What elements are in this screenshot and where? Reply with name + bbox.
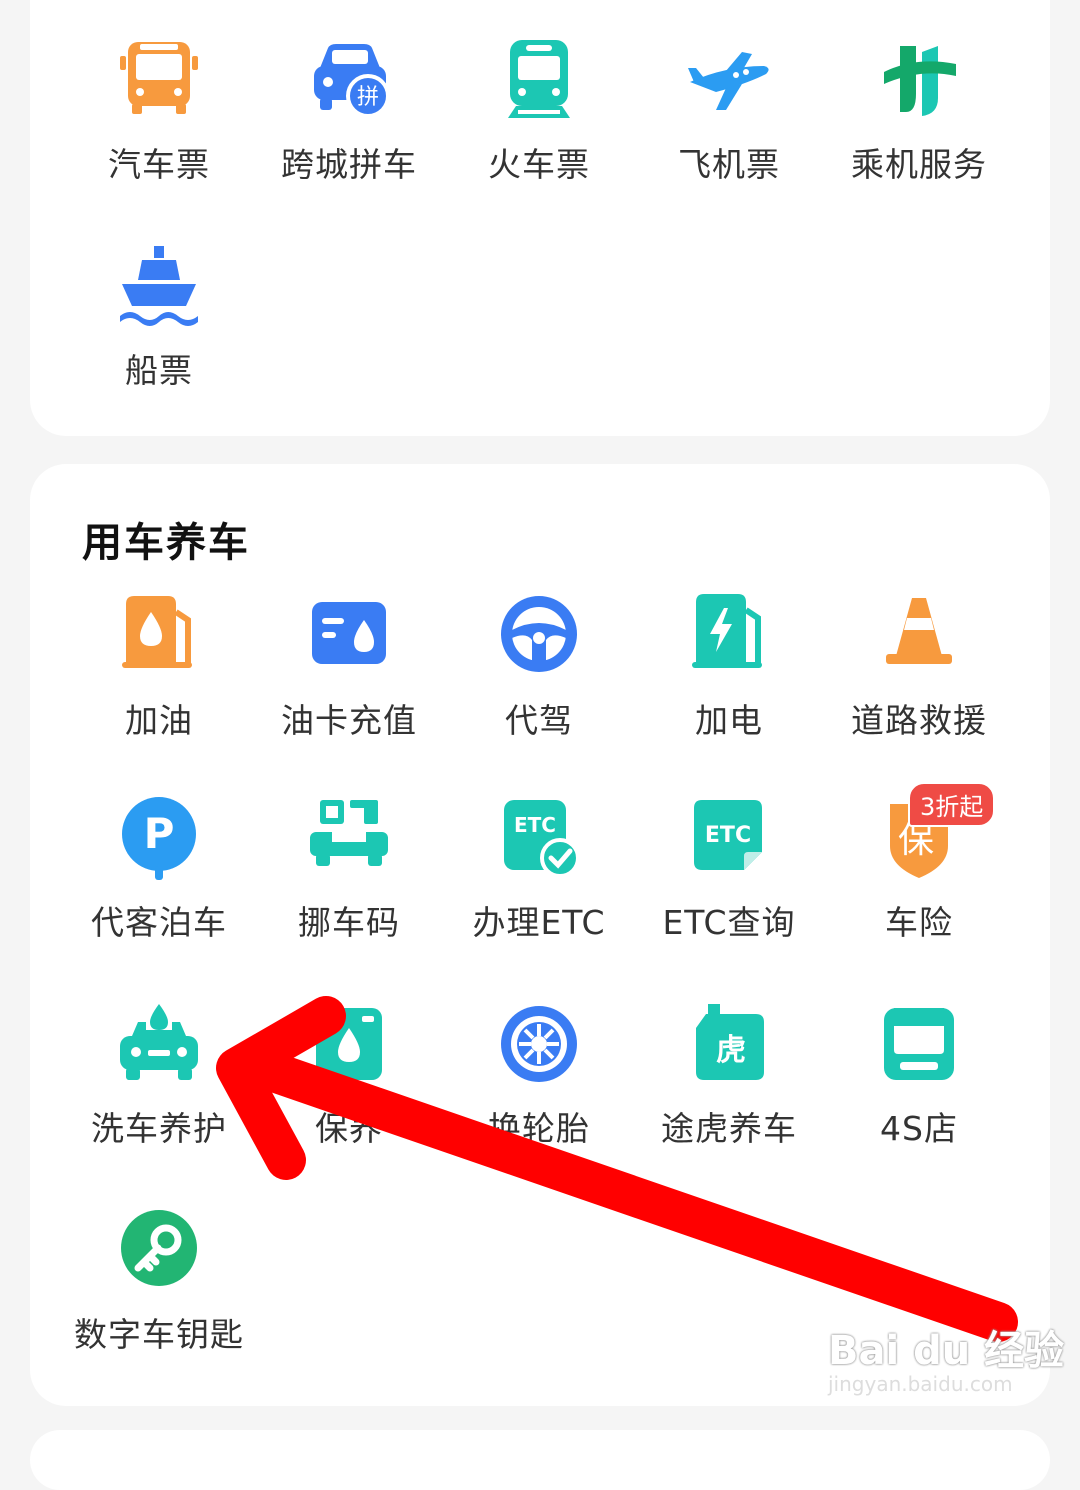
valet-parking-item[interactable]: P 代客泊车 — [64, 796, 254, 966]
steering-wheel-icon — [496, 594, 582, 680]
fuel-card-item[interactable]: 油卡充值 — [254, 594, 444, 764]
item-label: 代客泊车 — [91, 903, 227, 942]
flight-service-icon — [876, 38, 962, 124]
tire-icon — [496, 1002, 582, 1088]
item-label: 飞机票 — [678, 145, 780, 184]
flight-service-item[interactable]: 乘机服务 — [824, 38, 1014, 208]
traffic-cone-icon — [876, 594, 962, 680]
baidu-watermark: Bai du 经验 jingyan.baidu.com — [828, 1318, 1064, 1396]
etc-query-icon: ETC — [686, 796, 772, 882]
tuhu-icon-text: 虎 — [716, 1033, 746, 1068]
item-label: 挪车码 — [298, 903, 400, 942]
watermark-url: jingyan.baidu.com — [828, 1372, 1013, 1396]
fuel-item[interactable]: 加油 — [64, 594, 254, 764]
item-label: 保养 — [315, 1109, 383, 1148]
item-label: 办理ETC — [472, 903, 606, 942]
airplane-icon — [686, 38, 772, 124]
road-rescue-item[interactable]: 道路救援 — [824, 594, 1014, 764]
fuel-card-icon — [306, 594, 392, 680]
item-label: 换轮胎 — [488, 1109, 590, 1148]
4s-shop-item[interactable]: 4S店 — [824, 1002, 1014, 1172]
parking-icon: P — [116, 796, 202, 882]
train-ticket-item[interactable]: 火车票 — [444, 38, 634, 208]
item-label: 加油 — [125, 701, 193, 740]
item-label: 道路救援 — [851, 701, 987, 740]
item-label: 代驾 — [505, 701, 573, 740]
maintenance-item[interactable]: 保养 — [254, 1002, 444, 1172]
item-label: 4S店 — [880, 1109, 958, 1148]
car-section-title: 用车养车 — [82, 520, 250, 566]
charging-item[interactable]: 加电 — [634, 594, 824, 764]
shop-icon — [876, 1002, 962, 1088]
etc-apply-icon-text: ETC — [514, 813, 556, 837]
tuhu-icon: 虎 — [686, 1002, 772, 1088]
item-label: 乘机服务 — [851, 145, 987, 184]
carpool-icon: 拼 — [306, 38, 392, 124]
fuel-icon — [116, 594, 202, 680]
carpool-item[interactable]: 拼 跨城拼车 — [254, 38, 444, 208]
carpool-icon-text: 拼 — [357, 85, 379, 110]
discount-badge: 3折起 — [908, 782, 996, 827]
etc-apply-item[interactable]: ETC 办理ETC — [444, 796, 634, 966]
item-label: 加电 — [695, 701, 763, 740]
etc-query-item[interactable]: ETC ETC查询 — [634, 796, 824, 966]
tuhu-item[interactable]: 虎 途虎养车 — [634, 1002, 824, 1172]
watermark-logo: Bai du 经验 — [828, 1328, 1065, 1374]
item-label: 车险 — [885, 903, 953, 942]
digital-key-icon — [116, 1208, 202, 1294]
digital-car-key-item[interactable]: 数字车钥匙 — [64, 1208, 254, 1378]
item-label: 油卡充值 — [281, 701, 417, 740]
item-label: 汽车票 — [108, 145, 210, 184]
move-car-code-icon — [306, 796, 392, 882]
car-wash-item[interactable]: 洗车养护 — [64, 1002, 254, 1172]
parking-icon-text: P — [144, 809, 175, 858]
bus-icon — [116, 38, 202, 124]
etc-query-icon-text: ETC — [705, 823, 751, 848]
item-label: 数字车钥匙 — [74, 1315, 244, 1354]
flight-ticket-item[interactable]: 飞机票 — [634, 38, 824, 208]
bus-ticket-item[interactable]: 汽车票 — [64, 38, 254, 208]
ship-ticket-item[interactable]: 船票 — [64, 244, 254, 414]
item-label: 洗车养护 — [91, 1109, 227, 1148]
item-label: 火车票 — [488, 145, 590, 184]
item-label: 船票 — [125, 351, 193, 390]
etc-apply-icon: ETC — [496, 796, 582, 882]
train-icon — [496, 38, 582, 124]
maintenance-icon — [306, 1002, 392, 1088]
tire-change-item[interactable]: 换轮胎 — [444, 1002, 634, 1172]
car-wash-icon — [116, 1002, 202, 1088]
item-label: 跨城拼车 — [281, 145, 417, 184]
charging-icon — [686, 594, 772, 680]
ship-icon — [116, 244, 202, 330]
item-label: ETC查询 — [662, 903, 796, 942]
item-label: 途虎养车 — [661, 1109, 797, 1148]
next-card — [30, 1430, 1050, 1490]
designated-driver-item[interactable]: 代驾 — [444, 594, 634, 764]
move-car-code-item[interactable]: 挪车码 — [254, 796, 444, 966]
